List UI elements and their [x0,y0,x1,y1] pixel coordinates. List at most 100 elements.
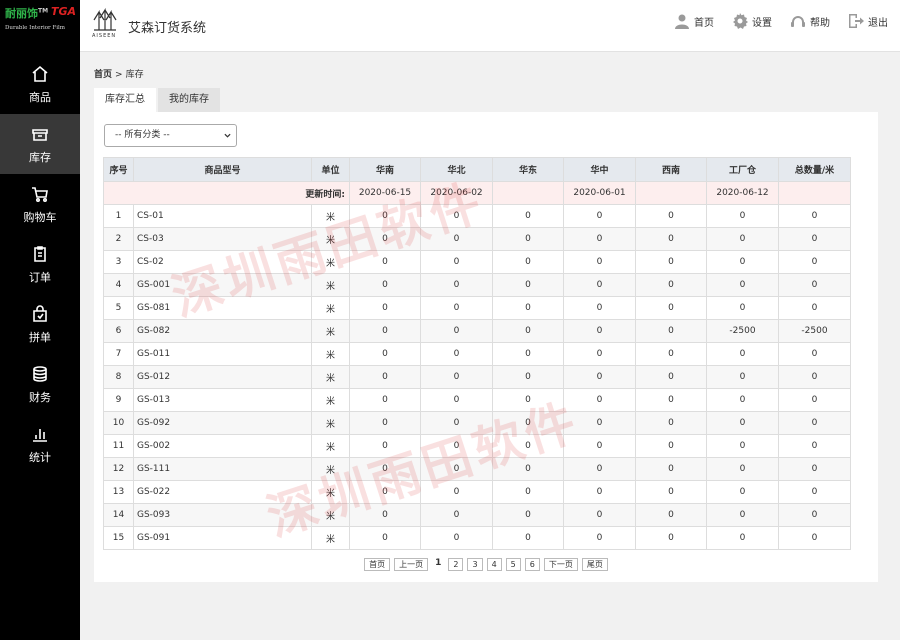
last-page-button[interactable]: 尾页 [581,558,608,571]
table-cell: 0 [778,227,851,251]
category-select[interactable]: -- 所有分类 -- [104,124,237,147]
page-link-3[interactable]: 3 [467,558,483,571]
table-cell: 0 [778,365,851,389]
table-cell: 0 [349,319,421,343]
table-row: 15 GS-091 米 0 0 0 0 0 0 0 [103,526,851,550]
page-link-4[interactable]: 4 [486,558,502,571]
page-link-5[interactable]: 5 [505,558,521,571]
table-row: 5 GS-081 米 0 0 0 0 0 0 0 [103,296,851,320]
cell-index: 11 [103,434,134,458]
table-cell: 0 [420,480,493,504]
table-cell: 0 [349,204,421,228]
cell-index: 4 [103,273,134,297]
table-cell: 0 [349,526,421,550]
table-row: 10 GS-092 米 0 0 0 0 0 0 0 [103,411,851,435]
home-link[interactable]: 首页 [674,13,714,29]
table-cell: 0 [778,503,851,527]
header-southwest: 西南 [635,157,707,182]
tab-inventory-summary[interactable]: 库存汇总 [94,88,156,112]
nav-label-cart: 购物车 [23,210,57,224]
cell-model: CS-03 [133,227,312,251]
nav-item-products[interactable]: 商品 [0,54,80,114]
table-cell: 0 [492,204,564,228]
page-link-2[interactable]: 2 [448,558,464,571]
table-cell: 0 [778,273,851,297]
table-cell: 0 [563,526,636,550]
cell-model: GS-091 [133,526,312,550]
top-header: AISEEN 艾森订货系统 首页 设置 帮助 退出 [80,0,900,52]
sidebar: 耐丽饰TM TGA Durable Interior Film 商品 库存 购物… [0,0,80,640]
help-link-label: 帮助 [810,17,830,29]
breadcrumb-home[interactable]: 首页 [94,70,112,80]
nav-item-inventory[interactable]: 库存 [0,114,80,174]
table-cell: 米 [311,296,350,320]
table-cell: 0 [420,526,493,550]
logout-link[interactable]: 退出 [848,13,888,29]
cell-index: 10 [103,411,134,435]
table-cell: 0 [420,411,493,435]
table-cell: 0 [706,480,779,504]
tab-my-inventory[interactable]: 我的库存 [158,88,220,112]
table-cell: 米 [311,503,350,527]
table-cell: 0 [635,457,707,481]
table-cell: 0 [349,250,421,274]
table-cell: 米 [311,388,350,412]
cell-model: GS-013 [133,388,312,412]
table-cell: 0 [420,227,493,251]
current-page: 1 [435,558,442,568]
table-row: 1 CS-01 米 0 0 0 0 0 0 0 [103,204,851,228]
cell-model: GS-081 [133,296,312,320]
cell-model: GS-093 [133,503,312,527]
nav-item-statistics[interactable]: 统计 [0,414,80,474]
group-order-icon [33,304,47,322]
pagination: 首页 上一页 1 2 3 4 5 6 下一页 尾页 [94,558,878,571]
table-cell: 0 [706,526,779,550]
page-link-6[interactable]: 6 [524,558,540,571]
cell-index: 9 [103,388,134,412]
table-cell: 0 [778,434,851,458]
cell-index: 13 [103,480,134,504]
next-page-button[interactable]: 下一页 [543,558,578,571]
table-cell: 0 [635,296,707,320]
nav-item-orders[interactable]: 订单 [0,234,80,294]
cell-model: GS-111 [133,457,312,481]
table-cell: 0 [563,480,636,504]
nav-item-group-order[interactable]: 拼单 [0,294,80,354]
table-cell: 0 [635,342,707,366]
brand-logo: 耐丽饰TM TGA Durable Interior Film [0,0,80,52]
cell-model: GS-082 [133,319,312,343]
finance-icon [33,365,47,382]
settings-link[interactable]: 设置 [732,13,772,29]
help-link[interactable]: 帮助 [790,13,830,29]
update-date-factory: 2020-06-12 [706,181,779,205]
table-cell: 0 [420,503,493,527]
table-cell: 0 [349,388,421,412]
first-page-button[interactable]: 首页 [364,558,391,571]
table-cell: 0 [492,296,564,320]
table-cell: 0 [563,411,636,435]
table-cell: 0 [706,503,779,527]
table-row: 13 GS-022 米 0 0 0 0 0 0 0 [103,480,851,504]
order-icon [34,245,46,262]
update-date-total [778,181,851,205]
table-cell: 0 [563,250,636,274]
update-time-row: 更新时间: 2020-06-15 2020-06-02 2020-06-01 2… [103,181,851,205]
header-central-china: 华中 [563,157,636,182]
system-name: 艾森订货系统 [128,21,207,36]
table-cell: 0 [492,227,564,251]
brand-tga: TGA [50,5,76,18]
table-cell: 0 [778,480,851,504]
table-cell: 0 [492,365,564,389]
table-cell: 米 [311,434,350,458]
inventory-icon [32,128,48,141]
table-cell: 米 [311,342,350,366]
nav-item-finance[interactable]: 财务 [0,354,80,414]
cell-model: GS-012 [133,365,312,389]
table-cell: 0 [635,503,707,527]
nav-item-cart[interactable]: 购物车 [0,174,80,234]
table-cell: 0 [563,434,636,458]
prev-page-button[interactable]: 上一页 [394,558,429,571]
inventory-table: 序号 商品型号 单位 华南 华北 华东 华中 西南 工厂仓 总数量/米 更新时间… [103,157,851,550]
table-cell: 0 [706,250,779,274]
table-cell: 0 [492,526,564,550]
